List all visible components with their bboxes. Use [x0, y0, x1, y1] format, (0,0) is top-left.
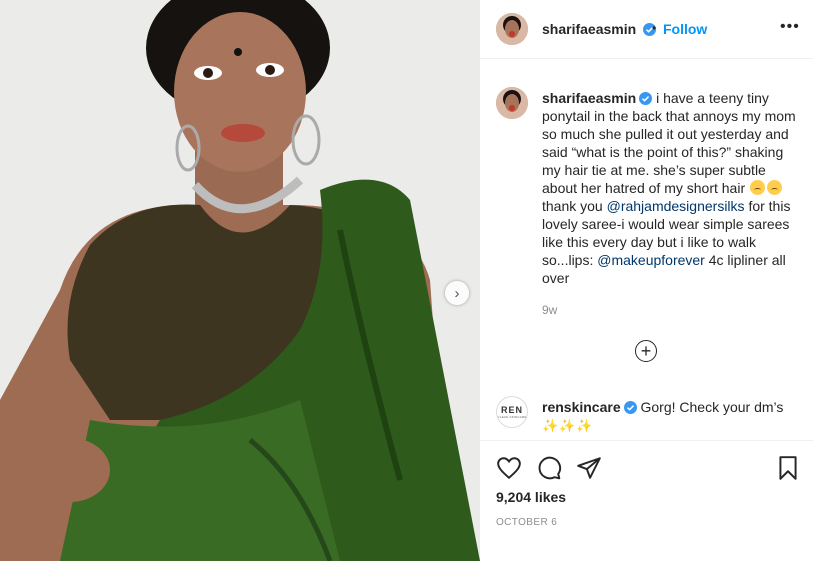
commenter-avatar[interactable]: REN CLEAN SKINCARE — [496, 396, 528, 428]
likes-count[interactable]: 9,204 likes — [496, 489, 566, 505]
comment: renskincare Gorg! Check your dm’s ✨✨✨ — [542, 398, 798, 435]
caption-avatar[interactable] — [496, 87, 528, 119]
mention-link[interactable]: @rahjamdesignersilks — [607, 198, 745, 214]
avatar[interactable] — [496, 13, 528, 45]
plus-icon: + — [640, 341, 652, 361]
upside-down-face-emoji-icon — [767, 180, 782, 195]
post-caption: sharifaeasmin i have a teeny tiny ponyta… — [542, 89, 798, 287]
caption-username[interactable]: sharifaeasmin — [542, 90, 636, 106]
ren-logo-text: REN — [500, 404, 523, 415]
comment-text: Gorg! Check your dm’s — [640, 399, 784, 415]
portrait-image — [0, 0, 480, 561]
verified-badge-icon — [639, 92, 653, 105]
comment-bubble-icon[interactable] — [536, 455, 562, 481]
like-heart-icon[interactable] — [496, 455, 522, 481]
ren-logo-subtext: CLEAN SKINCARE — [497, 414, 527, 419]
follow-button[interactable]: Follow — [663, 21, 707, 37]
post-photo[interactable]: › — [0, 0, 480, 561]
mention-link[interactable]: @makeupforever — [597, 252, 705, 268]
chevron-right-icon: › — [454, 284, 460, 302]
author-username-text: sharifaeasmin — [542, 21, 637, 37]
post-header: sharifaeasmin • Follow ••• — [480, 0, 813, 59]
next-photo-button[interactable]: › — [445, 281, 469, 305]
post-actions: 9,204 likes OCTOBER 6 — [480, 440, 813, 562]
author-username[interactable]: sharifaeasmin — [542, 21, 657, 37]
save-bookmark-icon[interactable] — [775, 455, 801, 481]
upside-down-face-emoji-icon — [750, 180, 765, 195]
caption-age[interactable]: 9w — [542, 303, 557, 317]
more-options-icon[interactable]: ••• — [780, 18, 800, 36]
share-paper-plane-icon[interactable] — [576, 455, 602, 481]
post-date[interactable]: OCTOBER 6 — [496, 517, 557, 528]
caption-text-2: thank you — [542, 198, 603, 214]
load-more-comments-button[interactable]: + — [635, 340, 657, 362]
sparkles-emoji-icon: ✨✨✨ — [542, 418, 594, 433]
comment-username[interactable]: renskincare — [542, 399, 621, 415]
post-side-panel: sharifaeasmin • Follow ••• sharifaeasmin… — [480, 0, 813, 561]
verified-badge-icon — [623, 401, 637, 414]
separator-dot: • — [652, 21, 657, 35]
